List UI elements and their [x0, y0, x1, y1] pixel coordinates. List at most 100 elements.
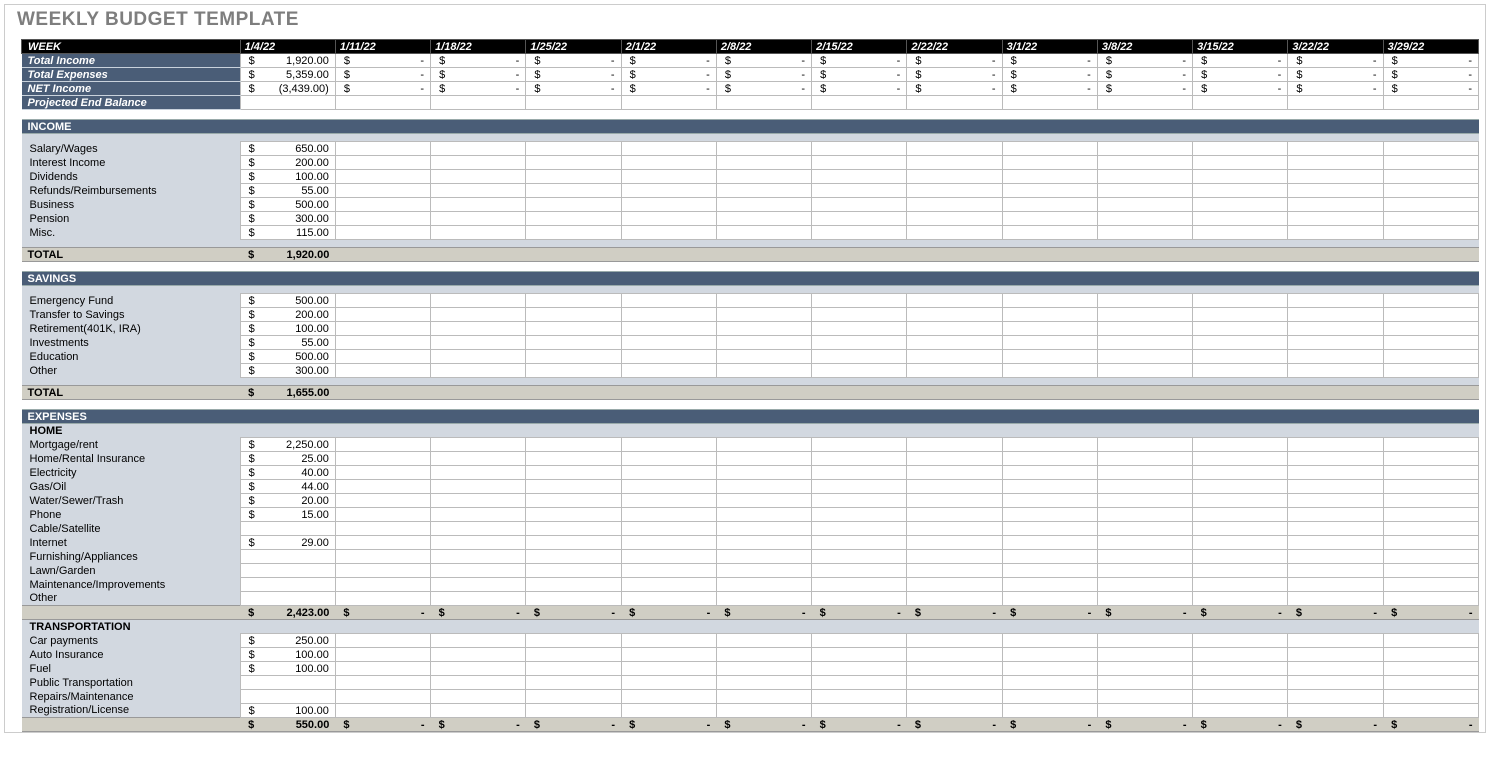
cell[interactable]	[335, 308, 430, 322]
cell[interactable]	[621, 648, 716, 662]
cell[interactable]: $100.00	[240, 662, 335, 676]
cell[interactable]	[1288, 494, 1383, 508]
cell[interactable]	[812, 364, 907, 378]
cell[interactable]	[812, 578, 907, 592]
cell[interactable]	[1288, 592, 1383, 606]
cell[interactable]	[1383, 308, 1478, 322]
cell[interactable]	[1288, 364, 1383, 378]
cell[interactable]	[1288, 308, 1383, 322]
cell[interactable]	[1383, 294, 1478, 308]
cell[interactable]	[431, 142, 526, 156]
cell[interactable]	[812, 494, 907, 508]
cell[interactable]	[621, 704, 716, 718]
cell[interactable]: $100.00	[240, 170, 335, 184]
cell[interactable]	[526, 508, 621, 522]
cell[interactable]	[1383, 336, 1478, 350]
cell[interactable]	[335, 322, 430, 336]
cell[interactable]	[1193, 350, 1288, 364]
cell[interactable]	[1288, 198, 1383, 212]
cell[interactable]	[812, 336, 907, 350]
cell[interactable]	[1383, 592, 1478, 606]
cell[interactable]	[621, 198, 716, 212]
cell[interactable]	[1097, 142, 1192, 156]
cell[interactable]	[335, 550, 430, 564]
cell[interactable]	[1288, 662, 1383, 676]
cell[interactable]	[526, 170, 621, 184]
cell[interactable]	[621, 480, 716, 494]
cell[interactable]	[1002, 508, 1097, 522]
cell[interactable]	[907, 564, 1002, 578]
cell[interactable]	[335, 184, 430, 198]
cell[interactable]	[431, 550, 526, 564]
cell[interactable]	[907, 184, 1002, 198]
cell[interactable]	[431, 308, 526, 322]
cell[interactable]	[526, 198, 621, 212]
cell[interactable]	[907, 142, 1002, 156]
cell[interactable]	[1383, 142, 1478, 156]
cell[interactable]	[335, 198, 430, 212]
cell[interactable]	[621, 634, 716, 648]
cell[interactable]	[335, 452, 430, 466]
cell[interactable]	[335, 170, 430, 184]
cell[interactable]	[907, 438, 1002, 452]
cell[interactable]	[1193, 536, 1288, 550]
cell[interactable]	[431, 350, 526, 364]
cell[interactable]	[335, 294, 430, 308]
cell[interactable]	[335, 212, 430, 226]
cell[interactable]	[431, 480, 526, 494]
cell[interactable]	[335, 564, 430, 578]
cell[interactable]	[1002, 690, 1097, 704]
cell[interactable]	[1193, 212, 1288, 226]
cell[interactable]	[1002, 494, 1097, 508]
cell[interactable]: $20.00	[240, 494, 335, 508]
cell[interactable]	[1097, 170, 1192, 184]
cell[interactable]	[716, 156, 811, 170]
cell[interactable]	[907, 592, 1002, 606]
cell[interactable]	[907, 536, 1002, 550]
cell[interactable]	[621, 364, 716, 378]
cell[interactable]	[812, 508, 907, 522]
cell[interactable]	[526, 564, 621, 578]
cell[interactable]	[526, 336, 621, 350]
cell[interactable]	[621, 522, 716, 536]
cell[interactable]	[812, 308, 907, 322]
cell[interactable]	[907, 550, 1002, 564]
cell[interactable]	[1002, 184, 1097, 198]
cell[interactable]	[1193, 690, 1288, 704]
cell[interactable]	[621, 564, 716, 578]
cell[interactable]	[526, 438, 621, 452]
cell[interactable]	[431, 564, 526, 578]
cell[interactable]: $100.00	[240, 704, 335, 718]
cell[interactable]	[907, 308, 1002, 322]
cell[interactable]	[526, 184, 621, 198]
cell[interactable]	[716, 676, 811, 690]
cell[interactable]	[1097, 364, 1192, 378]
cell[interactable]	[431, 184, 526, 198]
cell[interactable]	[1097, 578, 1192, 592]
cell[interactable]	[1193, 156, 1288, 170]
cell[interactable]	[1383, 676, 1478, 690]
cell[interactable]	[812, 156, 907, 170]
cell[interactable]	[621, 156, 716, 170]
cell[interactable]	[621, 294, 716, 308]
cell[interactable]	[1383, 466, 1478, 480]
cell[interactable]	[812, 350, 907, 364]
cell[interactable]	[621, 438, 716, 452]
cell[interactable]	[526, 466, 621, 480]
cell[interactable]	[431, 508, 526, 522]
cell[interactable]	[1288, 676, 1383, 690]
cell[interactable]	[1383, 212, 1478, 226]
cell[interactable]	[1193, 508, 1288, 522]
cell[interactable]	[431, 226, 526, 240]
cell[interactable]	[431, 648, 526, 662]
cell[interactable]	[907, 322, 1002, 336]
cell[interactable]	[1097, 452, 1192, 466]
cell[interactable]: $200.00	[240, 308, 335, 322]
cell[interactable]	[812, 648, 907, 662]
cell[interactable]	[1097, 704, 1192, 718]
cell[interactable]	[526, 662, 621, 676]
cell[interactable]	[526, 648, 621, 662]
cell[interactable]	[335, 522, 430, 536]
cell[interactable]	[431, 294, 526, 308]
cell[interactable]	[335, 648, 430, 662]
